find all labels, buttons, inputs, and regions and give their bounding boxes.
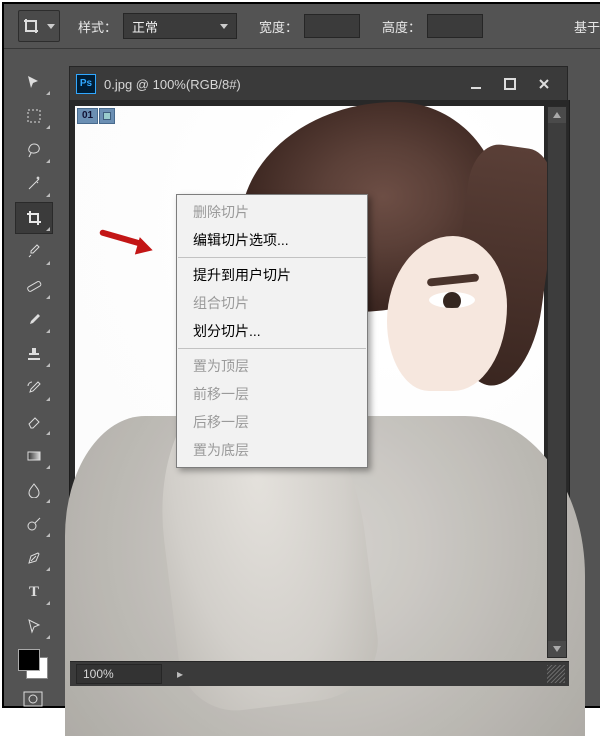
zoom-level-input[interactable]: 100% xyxy=(76,664,162,684)
document-window: Ps 0.jpg @ 100%(RGB/8#) xyxy=(69,66,568,100)
bandage-icon xyxy=(26,278,42,294)
lasso-tool[interactable] xyxy=(15,134,53,166)
menu-edit-slice-options[interactable]: 编辑切片选项... xyxy=(177,226,367,254)
eraser-tool[interactable] xyxy=(15,406,53,438)
move-icon xyxy=(26,74,42,90)
eyedropper-icon xyxy=(26,244,42,260)
crop-tool[interactable] xyxy=(15,202,53,234)
clone-stamp-tool[interactable] xyxy=(15,338,53,370)
slice-number: 01 xyxy=(77,108,98,124)
document-body: 01 删除切片 编辑切片选项... 提升到用户切片 组合切片 划分切片... 置… xyxy=(69,100,570,687)
width-label: 宽度： xyxy=(259,17,298,36)
marquee-icon xyxy=(26,108,42,124)
slice-badge[interactable]: 01 xyxy=(77,108,115,124)
slice-type-icon xyxy=(99,108,115,124)
drop-icon xyxy=(26,482,42,498)
canvas[interactable]: 01 删除切片 编辑切片选项... 提升到用户切片 组合切片 划分切片... 置… xyxy=(75,106,544,656)
menu-delete-slice: 删除切片 xyxy=(177,198,367,226)
menu-separator xyxy=(178,348,366,349)
pen-tool[interactable] xyxy=(15,542,53,574)
healing-brush-tool[interactable] xyxy=(15,270,53,302)
menu-bring-to-front: 置为顶层 xyxy=(177,352,367,380)
brush-tool[interactable] xyxy=(15,304,53,336)
maximize-button[interactable] xyxy=(493,73,527,95)
quick-mask-toggle[interactable] xyxy=(15,686,51,712)
path-selection-tool[interactable] xyxy=(15,610,53,642)
chevron-up-icon xyxy=(553,112,561,118)
eraser-icon xyxy=(26,414,42,430)
menu-bring-forward: 前移一层 xyxy=(177,380,367,408)
document-status-bar: 100% ▸ xyxy=(70,661,569,686)
resize-grip-icon[interactable] xyxy=(547,665,565,683)
tools-panel: T xyxy=(15,66,55,700)
slice-context-menu: 删除切片 编辑切片选项... 提升到用户切片 组合切片 划分切片... 置为顶层… xyxy=(176,194,368,468)
image-content xyxy=(429,292,475,308)
style-select-value: 正常 xyxy=(132,17,158,36)
app-frame: 样式： 正常 宽度： 高度： 基于 T xyxy=(2,2,600,708)
gradient-icon xyxy=(26,448,42,464)
move-tool[interactable] xyxy=(15,66,53,98)
document-titlebar[interactable]: Ps 0.jpg @ 100%(RGB/8#) xyxy=(69,66,568,102)
arrow-icon xyxy=(26,618,42,634)
maximize-icon xyxy=(504,78,516,90)
type-tool[interactable]: T xyxy=(15,576,53,608)
lasso-icon xyxy=(26,142,42,158)
status-flyout-button[interactable]: ▸ xyxy=(172,666,188,682)
marquee-tool[interactable] xyxy=(15,100,53,132)
menu-divide-slice[interactable]: 划分切片... xyxy=(177,317,367,345)
height-input[interactable] xyxy=(427,14,483,38)
chevron-down-icon xyxy=(47,24,55,29)
menu-separator xyxy=(178,257,366,258)
crop-icon xyxy=(23,18,43,34)
eyedropper-tool[interactable] xyxy=(15,236,53,268)
chevron-down-icon xyxy=(553,646,561,652)
width-input[interactable] xyxy=(304,14,360,38)
gradient-tool[interactable] xyxy=(15,440,53,472)
annotation-arrow-icon xyxy=(99,221,159,261)
style-label: 样式： xyxy=(78,17,117,36)
close-button[interactable] xyxy=(527,73,561,95)
ps-logo-icon: Ps xyxy=(76,74,96,94)
wand-icon xyxy=(26,176,42,192)
dodge-icon xyxy=(26,516,42,532)
dodge-tool[interactable] xyxy=(15,508,53,540)
minimize-button[interactable] xyxy=(459,73,493,95)
style-select[interactable]: 正常 xyxy=(123,13,237,39)
foreground-color-swatch[interactable] xyxy=(18,649,40,671)
foreground-background-colors[interactable] xyxy=(15,646,51,682)
vertical-scrollbar[interactable] xyxy=(547,106,567,658)
menu-send-backward: 后移一层 xyxy=(177,408,367,436)
chevron-down-icon xyxy=(220,24,228,29)
history-brush-icon xyxy=(26,380,42,396)
blur-tool[interactable] xyxy=(15,474,53,506)
stamp-icon xyxy=(26,346,42,362)
zoom-value: 100% xyxy=(83,667,114,681)
pen-icon xyxy=(26,550,42,566)
type-icon: T xyxy=(29,584,39,601)
menu-promote-to-user-slice[interactable]: 提升到用户切片 xyxy=(177,261,367,289)
menu-combine-slices: 组合切片 xyxy=(177,289,367,317)
quickmask-icon xyxy=(23,691,43,707)
history-brush-tool[interactable] xyxy=(15,372,53,404)
current-tool-preset[interactable] xyxy=(18,10,60,42)
scroll-track[interactable] xyxy=(548,123,566,641)
minimize-icon xyxy=(470,78,482,90)
based-on-label: 基于 xyxy=(574,17,600,36)
close-icon xyxy=(538,78,550,90)
scroll-down-button[interactable] xyxy=(548,641,566,657)
height-label: 高度： xyxy=(382,17,421,36)
magic-wand-tool[interactable] xyxy=(15,168,53,200)
brush-icon xyxy=(26,312,42,328)
scroll-up-button[interactable] xyxy=(548,107,566,123)
menu-send-to-back: 置为底层 xyxy=(177,436,367,464)
crop-icon xyxy=(26,210,42,226)
document-title: 0.jpg @ 100%(RGB/8#) xyxy=(104,77,241,92)
options-bar: 样式： 正常 宽度： 高度： 基于 xyxy=(4,4,600,49)
